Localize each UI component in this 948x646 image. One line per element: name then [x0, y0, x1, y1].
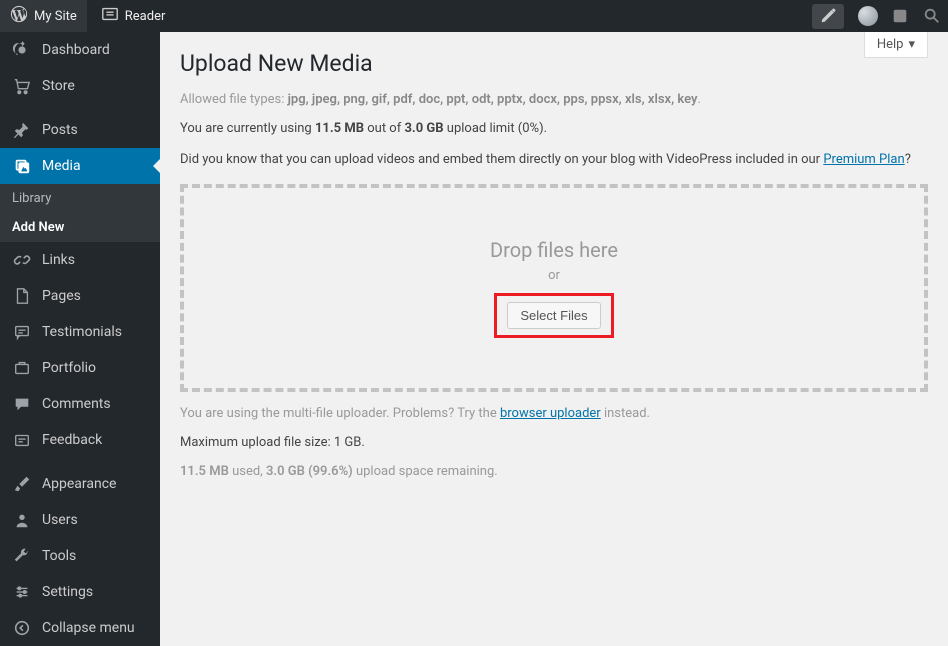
reader-icon: [101, 5, 119, 27]
uploader-post: instead.: [601, 406, 650, 421]
allowed-label: Allowed file types:: [180, 92, 288, 107]
sidebar-item-testimonials[interactable]: Testimonials: [0, 314, 160, 350]
sidebar-label-users: Users: [42, 512, 78, 528]
sidebar-label-testimonials: Testimonials: [42, 324, 122, 340]
media-icon: [12, 156, 32, 176]
topbar-write-button[interactable]: [812, 4, 844, 29]
avatar-icon: [858, 6, 878, 26]
space-total: 3.0 GB (99.6%): [266, 464, 353, 479]
help-label: Help: [877, 37, 904, 52]
sidebar-item-tools[interactable]: Tools: [0, 538, 160, 574]
sidebar-label-appearance: Appearance: [42, 476, 116, 492]
chevron-down-icon: ▾: [908, 37, 915, 52]
cart-icon: [12, 76, 32, 96]
main-content: Help ▾ Upload New Media Allowed file typ…: [160, 32, 948, 646]
sidebar-item-comments[interactable]: Comments: [0, 386, 160, 422]
portfolio-icon: [12, 358, 32, 378]
search-icon: [923, 7, 941, 25]
sidebar-item-media[interactable]: Media: [0, 148, 160, 184]
sidebar-item-links[interactable]: Links: [0, 242, 160, 278]
brush-icon: [12, 474, 32, 494]
sidebar-label-collapse: Collapse menu: [42, 620, 135, 636]
usage-info: You are currently using 11.5 MB out of 3…: [180, 121, 928, 136]
tip-pre: Did you know that you can upload videos …: [180, 152, 823, 167]
page-icon: [12, 286, 32, 306]
usage-total: 3.0 GB: [404, 121, 443, 136]
help-tab[interactable]: Help ▾: [864, 32, 928, 58]
dashboard-icon: [12, 40, 32, 60]
sidebar-item-store[interactable]: Store: [0, 68, 160, 104]
sidebar-label-comments: Comments: [42, 396, 111, 412]
pin-icon: [12, 120, 32, 140]
sidebar-item-settings[interactable]: Settings: [0, 574, 160, 610]
links-icon: [12, 250, 32, 270]
usage-post: upload limit (0%).: [444, 121, 548, 136]
premium-tip: Did you know that you can upload videos …: [180, 150, 928, 170]
sidebar-item-pages[interactable]: Pages: [0, 278, 160, 314]
sidebar-label-media: Media: [42, 158, 81, 174]
sidebar-label-posts: Posts: [42, 122, 78, 138]
sidebar-label-links: Links: [42, 252, 75, 268]
sidebar-label-dashboard: Dashboard: [42, 42, 110, 58]
sidebar-label-pages: Pages: [42, 288, 81, 304]
tip-post: ?: [905, 152, 911, 167]
topbar-notifications[interactable]: [884, 0, 916, 32]
usage-pre: You are currently using: [180, 121, 315, 136]
browser-uploader-link[interactable]: browser uploader: [500, 406, 601, 421]
drop-title: Drop files here: [490, 238, 618, 262]
sidebar-item-posts[interactable]: Posts: [0, 112, 160, 148]
topbar-mysite[interactable]: My Site: [0, 0, 87, 32]
topbar-search[interactable]: [916, 0, 948, 32]
user-icon: [12, 510, 32, 530]
wrench-icon: [12, 546, 32, 566]
uploader-pre: You are using the multi-file uploader. P…: [180, 406, 500, 421]
space-label: upload space remaining.: [353, 464, 498, 479]
comment-icon: [12, 394, 32, 414]
topbar-profile[interactable]: [852, 0, 884, 32]
sidebar-item-users[interactable]: Users: [0, 502, 160, 538]
sidebar-label-store: Store: [42, 78, 75, 94]
sidebar-label-portfolio: Portfolio: [42, 360, 96, 376]
bell-icon: [891, 7, 909, 25]
usage-mid: out of: [364, 121, 404, 136]
max-size: Maximum upload file size: 1 GB.: [180, 435, 928, 450]
space-used-label: used,: [229, 464, 266, 479]
sidebar-item-dashboard[interactable]: Dashboard: [0, 32, 160, 68]
sidebar-item-feedback[interactable]: Feedback: [0, 422, 160, 458]
space-remaining: 11.5 MB used, 3.0 GB (99.6%) upload spac…: [180, 464, 928, 479]
sidebar-label-tools: Tools: [42, 548, 76, 564]
sidebar-label-settings: Settings: [42, 584, 93, 600]
drop-or: or: [548, 268, 560, 283]
topbar-mysite-label: My Site: [34, 9, 77, 24]
settings-icon: [12, 582, 32, 602]
sidebar-item-appearance[interactable]: Appearance: [0, 466, 160, 502]
page-title: Upload New Media: [180, 50, 928, 77]
space-used: 11.5 MB: [180, 464, 229, 479]
admin-top-bar: My Site Reader: [0, 0, 948, 32]
sidebar-collapse[interactable]: Collapse menu: [0, 610, 160, 646]
sidebar-submenu-media: Library Add New: [0, 184, 160, 242]
pencil-icon: [819, 7, 837, 25]
allowed-types-list: jpg, jpeg, png, gif, pdf, doc, ppt, odt,…: [288, 92, 698, 107]
topbar-reader[interactable]: Reader: [91, 0, 176, 32]
uploader-note: You are using the multi-file uploader. P…: [180, 406, 928, 421]
collapse-icon: [12, 618, 32, 638]
sidebar-subitem-library[interactable]: Library: [0, 184, 160, 213]
drop-zone[interactable]: Drop files here or Select Files: [180, 184, 928, 392]
sidebar-item-portfolio[interactable]: Portfolio: [0, 350, 160, 386]
usage-used: 11.5 MB: [315, 121, 364, 136]
select-files-highlight: Select Files: [494, 293, 613, 338]
sidebar-label-feedback: Feedback: [42, 432, 102, 448]
testimonial-icon: [12, 322, 32, 342]
premium-plan-link[interactable]: Premium Plan: [823, 152, 904, 167]
feedback-icon: [12, 430, 32, 450]
admin-sidebar: Dashboard Store Posts Media Library Add …: [0, 32, 160, 646]
allowed-types: Allowed file types: jpg, jpeg, png, gif,…: [180, 92, 928, 107]
select-files-button[interactable]: Select Files: [507, 302, 600, 329]
sidebar-subitem-addnew[interactable]: Add New: [0, 213, 160, 242]
topbar-reader-label: Reader: [125, 9, 166, 24]
wordpress-logo-icon: [10, 5, 28, 27]
